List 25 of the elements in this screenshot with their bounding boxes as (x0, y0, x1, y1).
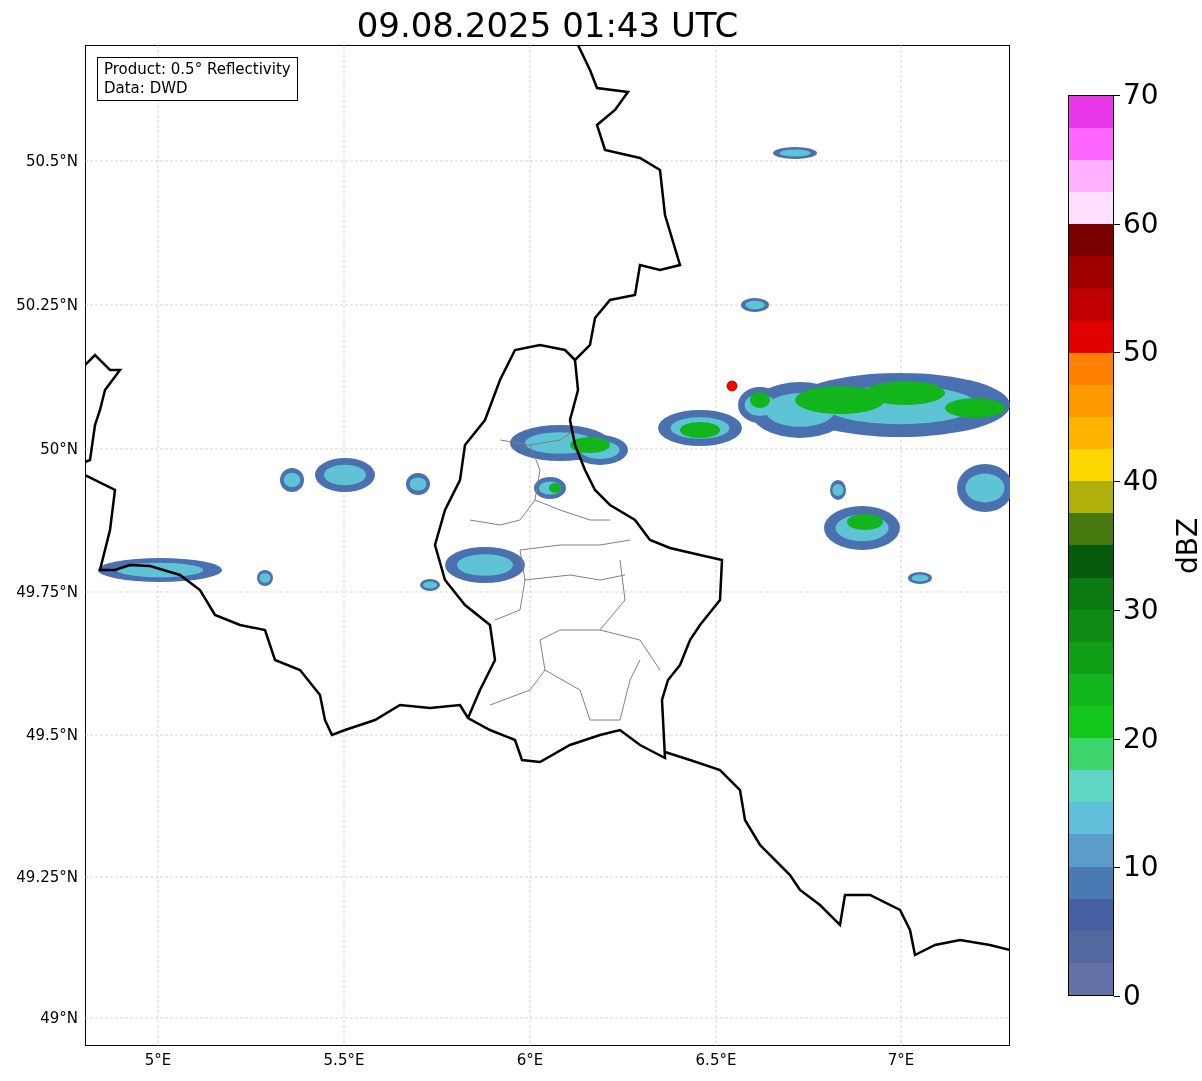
latitude-label: 49.5°N (25, 726, 78, 744)
chart-title: 09.08.2025 01:43 UTC (355, 4, 740, 46)
colorbar-tick-label: 10 (1123, 851, 1159, 884)
colorbar-tick-label: 20 (1123, 722, 1159, 755)
latitude-label: 50.25°N (16, 296, 78, 314)
latitude-label: 50°N (40, 440, 78, 458)
colorbar-tick-label: 60 (1123, 207, 1159, 240)
colorbar-tick-label: 40 (1123, 465, 1159, 498)
longitude-label: 7°E (887, 1051, 915, 1069)
latitude-label: 49.75°N (16, 583, 78, 601)
longitude-label: 5.5°E (323, 1051, 365, 1069)
longitude-label: 5°E (144, 1051, 172, 1069)
longitude-label: 6.5°E (695, 1051, 737, 1069)
longitude-label: 6°E (516, 1051, 544, 1069)
colorbar-tick-label: 70 (1123, 79, 1159, 111)
colorbar-label: dBZ (1172, 517, 1202, 575)
colorbar-tick-label: 50 (1123, 336, 1159, 369)
latitude-label: 50.5°N (25, 152, 78, 170)
latitude-label: 49°N (40, 1009, 78, 1027)
radar-site-marker (726, 380, 738, 392)
colorbar-tick-label: 0 (1123, 980, 1141, 1012)
colorbar-tick-label: 30 (1123, 593, 1159, 626)
latitude-label: 49.25°N (16, 868, 78, 886)
info-text: Product: 0.5° Reflectivity (104, 60, 291, 79)
info-text: Data: DWD (104, 79, 189, 98)
